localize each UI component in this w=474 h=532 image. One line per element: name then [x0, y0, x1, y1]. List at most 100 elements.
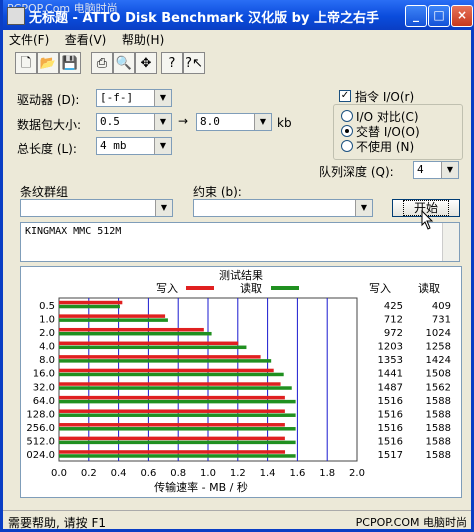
transfer-size-label: 数据包大小: [17, 118, 82, 132]
write-value: 1203 [378, 342, 403, 353]
chevron-down-icon: ▼ [154, 90, 171, 106]
write-value: 712 [384, 314, 403, 325]
legend-read-label: 读取 [240, 281, 262, 295]
x-tick-label: 1.6 [289, 468, 305, 479]
close-button[interactable]: × [451, 5, 473, 27]
read-bar [59, 359, 272, 363]
title-bar[interactable]: PCPOP.Com 电脑时尚 无标题 - ATTO Disk Benchmark… [3, 0, 474, 30]
read-value: 1588 [426, 437, 451, 448]
x-tick-label: 1.4 [260, 468, 276, 479]
direct-io-label: 指令 I/O(r) [355, 90, 415, 104]
window-title: 无标题 - ATTO Disk Benchmark 汉化版 by 上帝之右手 [29, 11, 379, 26]
x-axis-label: 传输速率 - MB / 秒 [154, 480, 248, 494]
open-icon[interactable]: 📂 [37, 52, 59, 74]
write-bar [59, 300, 123, 305]
textarea-scrollbar[interactable] [442, 223, 459, 261]
menu-help[interactable]: 帮助(H) [116, 30, 170, 49]
new-icon[interactable]: 🗋 [15, 52, 37, 74]
legend-write-swatch [186, 286, 214, 290]
x-tick-label: 1.8 [319, 468, 335, 479]
read-value: 409 [432, 301, 451, 312]
chevron-down-icon: ▼ [155, 200, 172, 216]
read-bar [59, 399, 296, 404]
minimize-button[interactable]: _ [405, 5, 427, 27]
write-bar [59, 382, 281, 386]
results-chart: 测试结果 写入 读取 写入 读取 0.0 0.2 0.4 0.6 0.8 1.0 1.2 1.… [26, 269, 451, 494]
radio-neither-label: 不使用 (N) [356, 140, 415, 154]
save-icon[interactable]: 💾 [59, 52, 81, 74]
app-icon[interactable] [7, 7, 25, 25]
write-bar [59, 409, 285, 413]
menu-file[interactable]: 文件(F) [3, 30, 55, 49]
y-tick-label: 024.0 [26, 450, 55, 461]
y-tick-label: 1.0 [39, 314, 55, 325]
status-bar: 需要帮助, 请按 F1 PCPOP.COM 电脑时尚 [3, 510, 471, 530]
total-length-select[interactable]: 4 mb ▼ [96, 137, 172, 155]
x-tick-label: 2.0 [349, 468, 365, 479]
transfer-size-to-select[interactable]: 8.0 ▼ [196, 113, 272, 131]
transfer-unit: kb [277, 116, 292, 130]
transfer-size-from-select[interactable]: 0.5 ▼ [96, 113, 172, 131]
y-tick-label: 0.5 [39, 301, 55, 312]
read-bar [59, 386, 292, 390]
x-tick-label: 0.6 [140, 468, 156, 479]
read-value: 731 [432, 314, 451, 325]
chevron-down-icon: ▼ [254, 114, 271, 130]
chevron-down-icon: ▼ [154, 138, 171, 154]
write-bar [59, 314, 166, 318]
y-tick-label: 2.0 [39, 328, 55, 339]
x-tick-label: 0.2 [81, 468, 97, 479]
x-tick-label: 0.0 [51, 468, 67, 479]
read-value: 1588 [426, 423, 451, 434]
drive-select[interactable]: [-f-] ▼ [96, 89, 172, 107]
chart-title: 测试结果 [219, 269, 263, 282]
column-header-read: 读取 [418, 281, 440, 295]
y-tick-label: 512.0 [26, 437, 55, 448]
read-bar [59, 454, 296, 458]
read-value: 1258 [426, 342, 451, 353]
write-value: 425 [384, 301, 403, 312]
y-tick-label: 4.0 [39, 342, 55, 353]
read-value: 1024 [426, 328, 451, 339]
x-tick-label: 1.0 [200, 468, 216, 479]
description-textarea[interactable]: KINGMAX MMC 512M [20, 222, 460, 262]
constraint-select[interactable]: ▼ [193, 199, 373, 217]
column-header-write: 写入 [369, 282, 391, 295]
queue-depth-select[interactable]: 4 ▼ [413, 161, 459, 179]
read-bar [59, 304, 120, 309]
direct-io-checkbox[interactable]: ✓ [339, 90, 351, 102]
y-tick-label: 64.0 [33, 396, 55, 407]
constraint-label: 约束 (b): [193, 185, 242, 199]
read-bar [59, 440, 296, 445]
status-text: 需要帮助, 请按 F1 [8, 516, 106, 530]
plot-area: 0.0 0.2 0.4 0.6 0.8 1.0 1.2 1.4 1.6 1.8 2.0 0.5 425 4… [26, 297, 451, 479]
radio-overlap-io[interactable] [341, 125, 353, 137]
menu-view[interactable]: 查看(V) [59, 30, 113, 49]
print-preview-icon[interactable]: 🔍 [113, 52, 135, 74]
read-value: 1588 [426, 450, 451, 461]
read-value: 1588 [426, 396, 451, 407]
stripe-group-select[interactable]: ▼ [20, 199, 173, 217]
drive-label: 驱动器 (D): [17, 93, 80, 107]
write-bar [59, 355, 261, 359]
x-tick-label: 0.8 [170, 468, 186, 479]
help-icon[interactable]: ? [161, 52, 183, 74]
move-icon[interactable]: ✥ [135, 52, 157, 74]
chevron-down-icon: ▼ [441, 162, 458, 178]
write-value: 1516 [378, 423, 403, 434]
print-icon[interactable]: ⎙ [91, 52, 113, 74]
write-value: 1517 [378, 450, 403, 461]
radio-io-compare[interactable] [341, 110, 353, 122]
results-panel: 测试结果 写入 读取 写入 读取 0.0 0.2 0.4 0.6 0.8 1.0 1.2 1.… [20, 266, 462, 498]
app-window: PCPOP.Com 电脑时尚 无标题 - ATTO Disk Benchmark… [0, 0, 474, 532]
write-value: 1487 [378, 382, 403, 393]
chevron-down-icon: ▼ [355, 200, 372, 216]
context-help-icon[interactable]: ?↖ [183, 52, 205, 74]
maximize-button[interactable]: □ [428, 5, 450, 27]
radio-neither[interactable] [341, 140, 353, 152]
arrow-right-icon: → [178, 114, 189, 128]
write-bar [59, 368, 274, 373]
stripe-group-label: 条纹群组 [20, 185, 69, 199]
write-bar [59, 450, 286, 454]
y-tick-label: 32.0 [33, 382, 55, 393]
